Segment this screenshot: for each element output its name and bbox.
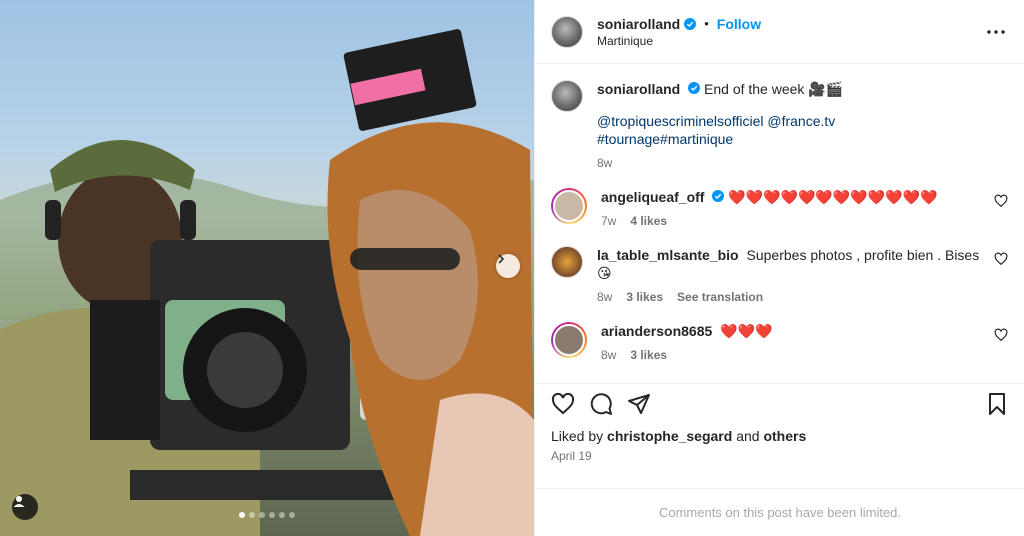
comment-username[interactable]: arianderson8685 [601,323,712,339]
post-photo[interactable] [0,0,534,536]
more-options-icon[interactable] [984,20,1008,44]
comment-username[interactable]: la_table_mlsante_bio [597,247,739,263]
caption-time[interactable]: 8w [597,156,612,170]
caption-mentions[interactable]: @tropiquescriminelsofficiel @france.tv [597,112,1008,130]
comment-text: ❤️❤️❤️ [720,323,773,339]
carousel-dot [279,512,285,518]
verified-badge-icon [688,82,701,94]
liked-by-user[interactable]: christophe_segard [607,428,732,444]
bookmark-icon[interactable] [985,392,1009,416]
author-avatar[interactable] [551,15,583,48]
commenter-avatar[interactable] [551,246,583,278]
comment-time[interactable]: 8w [601,348,616,362]
photo-illustration [0,29,534,536]
caption-avatar[interactable] [551,80,583,112]
comments-limited-notice: Comments on this post have been limited. [535,488,1024,536]
comment-bubble-icon[interactable] [589,392,613,416]
liked-and: and [736,428,760,444]
commenter-avatar[interactable] [551,188,587,224]
comment-time[interactable]: 8w [597,290,612,304]
post-actions-bar [535,383,1024,423]
comment-time[interactable]: 7w [601,214,616,228]
see-translation-link[interactable]: See translation [677,290,763,304]
comment-row: arianderson8685 ❤️❤️❤️ 8w 3 likes [551,322,1008,362]
separator-dot: • [704,16,709,31]
share-paper-plane-icon[interactable] [627,392,651,416]
comment-username[interactable]: angeliqueaf_off [601,189,704,205]
post-header: soniarolland • Follow Martinique [535,0,1024,64]
author-username[interactable]: soniarolland [597,16,680,32]
caption-username[interactable]: soniarolland [597,81,680,97]
like-comment-heart-icon[interactable] [994,328,1008,342]
carousel-dot [289,512,295,518]
user-tag-icon [13,496,25,507]
comment-row: angeliqueaf_off ❤️❤️❤️❤️❤️❤️❤️❤️❤️❤️❤️❤️… [551,188,1008,228]
carousel-dots [0,512,534,518]
like-comment-heart-icon[interactable] [994,252,1008,266]
commenter-avatar[interactable] [551,322,587,358]
like-heart-icon[interactable] [551,392,575,416]
follow-button[interactable]: Follow [717,16,761,32]
carousel-dot [269,512,275,518]
liked-by-line: Liked by christophe_segard and others [551,428,806,444]
instagram-post-view: soniarolland • Follow Martinique soniaro… [0,0,1024,536]
like-comment-heart-icon[interactable] [994,194,1008,208]
comment-likes[interactable]: 4 likes [630,214,667,228]
comment-text: ❤️❤️❤️❤️❤️❤️❤️❤️❤️❤️❤️❤️ [728,189,938,205]
post-location[interactable]: Martinique [597,34,984,48]
caption-row: soniarolland End of the week 🎥🎬 @tropiqu… [551,80,1008,170]
comment-row: la_table_mlsante_bio Superbes photos , p… [551,246,1008,304]
comment-likes[interactable]: 3 likes [626,290,663,304]
comments-list: soniarolland End of the week 🎥🎬 @tropiqu… [535,64,1024,386]
carousel-dot [239,512,245,518]
carousel-dot [259,512,265,518]
verified-badge-icon [712,190,725,202]
comment-likes[interactable]: 3 likes [630,348,667,362]
post-date[interactable]: April 19 [551,449,592,463]
chevron-right-icon [498,254,505,264]
caption-hashtags[interactable]: #tournage#martinique [597,130,1008,148]
verified-badge-icon [684,17,697,30]
caption-text: End of the week 🎥🎬 [704,81,844,97]
liked-others-link[interactable]: others [763,428,806,444]
liked-prefix: Liked by [551,428,604,444]
carousel-dot [249,512,255,518]
post-sidebar: soniarolland • Follow Martinique soniaro… [534,0,1024,536]
next-photo-button[interactable] [496,254,520,278]
